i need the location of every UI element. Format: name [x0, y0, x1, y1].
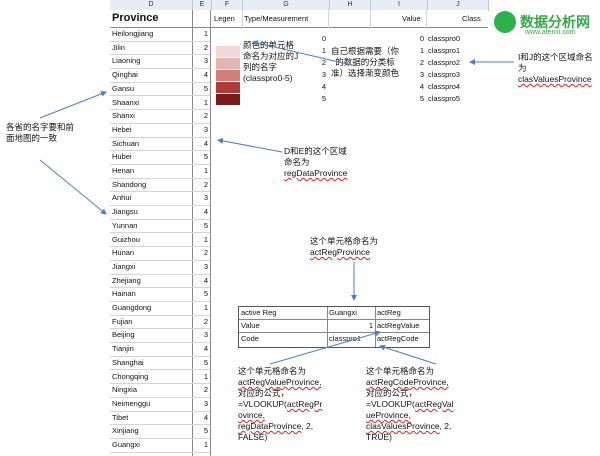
arrow-left-note-2	[39, 159, 107, 215]
afenxi-logo-icon	[494, 11, 516, 33]
arrow-f2	[379, 344, 437, 365]
arrow-f1	[269, 330, 381, 365]
arrow-choose	[252, 40, 357, 67]
arrow-left-note	[39, 91, 107, 119]
logo-url: www.afenxi.com	[525, 29, 576, 36]
annotation-arrows	[39, 40, 514, 365]
arrow-de	[217, 137, 283, 153]
